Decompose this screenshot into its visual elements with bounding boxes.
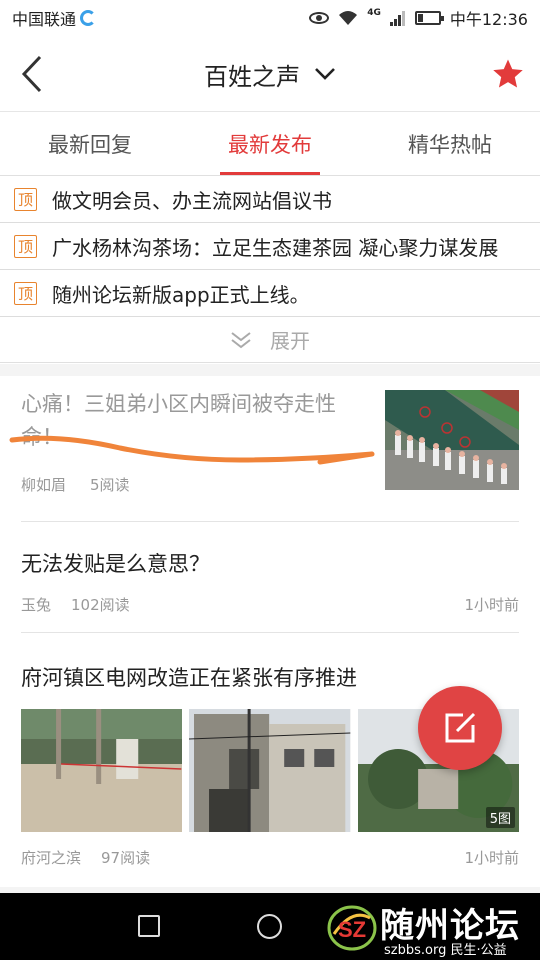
star-icon — [493, 59, 523, 88]
recents-button[interactable] — [138, 915, 160, 937]
forum-dropdown-toggle[interactable] — [314, 67, 336, 81]
post-reads: 5阅读 — [90, 476, 130, 494]
expand-label: 展开 — [270, 329, 310, 353]
pinned-title: 随州论坛新版app正式上线。 — [52, 282, 310, 307]
compose-button[interactable] — [418, 686, 502, 770]
annotation-scribble — [9, 435, 375, 465]
status-bar: 中国联通 4G 中午12:36 — [0, 0, 540, 36]
system-nav-bar: SZ 随州论坛 szbbs.org 民生·公益 — [0, 893, 540, 960]
building-photo — [189, 709, 351, 832]
post-title: 无法发贴是么意思？ — [21, 552, 210, 576]
tab-bar: 最新回复 最新发布 精华热帖 — [0, 112, 540, 176]
pinned-item[interactable]: 顶 广水杨林沟茶场：立足生态建茶园 凝心聚力谋发展 — [0, 223, 540, 270]
post-meta: 玉兔 102阅读 1小时前 — [21, 594, 519, 615]
post-title: 府河镇区电网改造正在紧张有序推进 — [21, 666, 357, 690]
crowd-photo — [385, 390, 519, 490]
pinned-list: 顶 做文明会员、办主流网站倡议书 顶 广水杨林沟茶场：立足生态建茶园 凝心聚力谋… — [0, 176, 540, 363]
post-author: 玉兔 — [21, 596, 52, 614]
pinned-item[interactable]: 顶 随州论坛新版app正式上线。 — [0, 270, 540, 317]
post-thumbnail[interactable] — [385, 390, 519, 490]
tab-featured[interactable]: 精华热帖 — [360, 112, 540, 175]
post-item[interactable]: 无法发贴是么意思？ 玉兔 102阅读 1小时前 — [0, 522, 540, 632]
tab-latest-posts[interactable]: 最新发布 — [180, 112, 360, 175]
double-chevron-down-icon — [231, 331, 251, 348]
battery-icon — [414, 11, 444, 25]
post-time: 1小时前 — [464, 849, 519, 867]
pinned-badge: 顶 — [14, 234, 37, 258]
sync-icon — [80, 10, 97, 26]
post-meta: 柳如眉 5阅读 — [21, 474, 130, 495]
favorite-button[interactable] — [490, 56, 526, 92]
eye-comfort-icon — [309, 12, 330, 24]
post-reads: 102阅读 — [71, 596, 130, 614]
post-reads: 97阅读 — [101, 849, 151, 867]
tab-latest-replies[interactable]: 最新回复 — [0, 112, 180, 175]
chevron-left-icon — [21, 55, 42, 93]
expand-button[interactable]: 展开 — [0, 317, 540, 363]
svg-text:SZ: SZ — [338, 917, 366, 942]
post-image[interactable] — [189, 709, 351, 832]
carrier-label: 中国联通 — [12, 10, 77, 29]
page-title[interactable]: 百姓之声 — [204, 57, 300, 92]
street-photo — [21, 709, 183, 832]
pinned-badge: 顶 — [14, 281, 37, 305]
pinned-badge: 顶 — [14, 187, 37, 211]
forum-logo-icon: SZ — [327, 905, 377, 951]
forum-watermark: SZ 随州论坛 szbbs.org 民生·公益 — [322, 896, 540, 958]
home-button[interactable] — [257, 914, 282, 939]
post-author: 柳如眉 — [21, 476, 67, 494]
post-time: 1小时前 — [464, 596, 519, 614]
app-header: 百姓之声 — [0, 36, 540, 112]
post-image[interactable] — [21, 709, 183, 832]
section-gap — [0, 364, 540, 376]
post-meta: 府河之滨 97阅读 1小时前 — [21, 847, 519, 868]
wifi-icon — [339, 11, 358, 25]
network-type-label: 4G — [367, 8, 381, 18]
chevron-down-icon — [315, 68, 335, 80]
pinned-title: 广水杨林沟茶场：立足生态建茶园 凝心聚力谋发展 — [52, 235, 499, 260]
pinned-item[interactable]: 顶 做文明会员、办主流网站倡议书 — [0, 176, 540, 223]
image-count-badge: 5图 — [485, 807, 515, 828]
clock-label: 中午12:36 — [449, 10, 528, 29]
back-button[interactable] — [10, 50, 54, 98]
signal-icon — [389, 11, 405, 26]
compose-icon — [445, 712, 476, 743]
pinned-title: 做文明会员、办主流网站倡议书 — [52, 188, 332, 213]
watermark-subtitle: szbbs.org 民生·公益 — [384, 943, 507, 958]
post-author: 府河之滨 — [21, 849, 82, 867]
